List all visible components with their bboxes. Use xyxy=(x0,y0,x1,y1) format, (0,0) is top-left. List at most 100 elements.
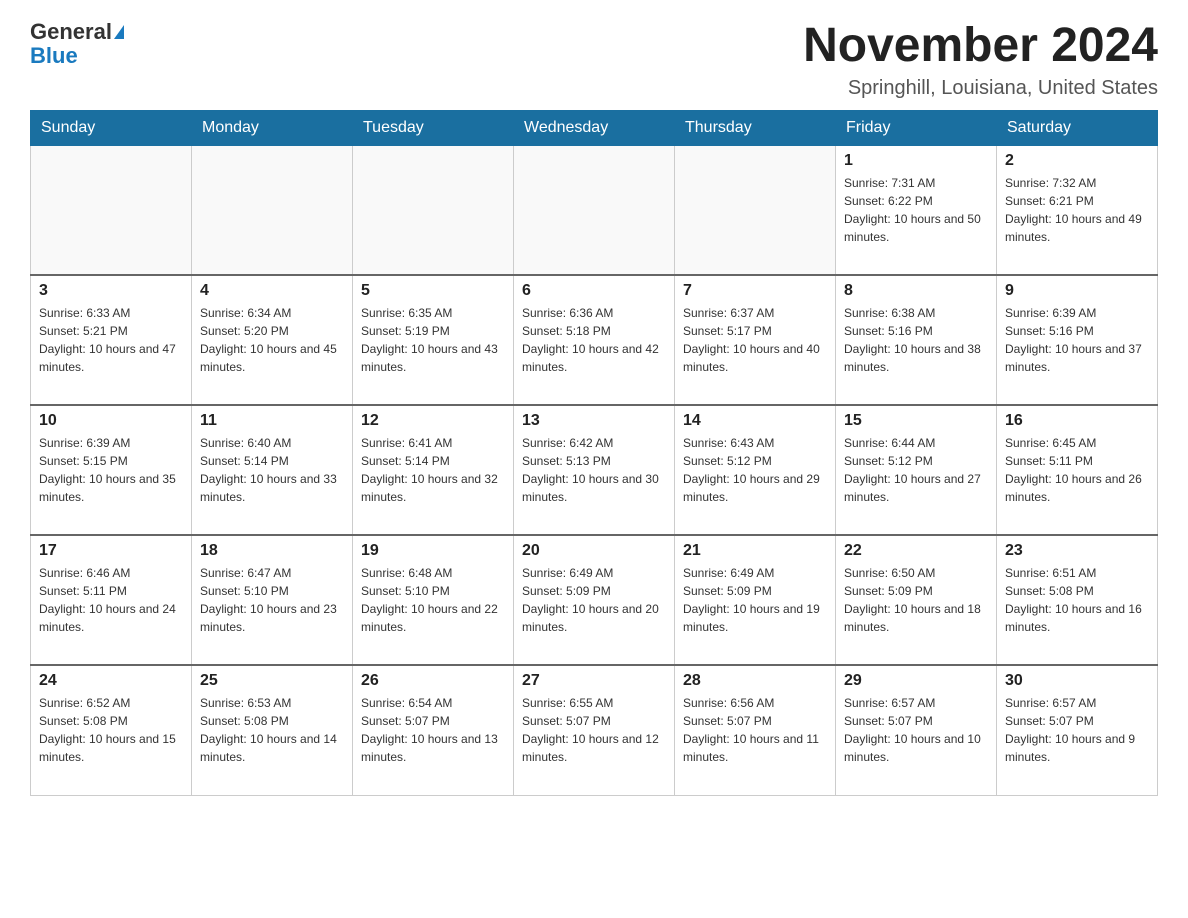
calendar-cell: 18 Sunrise: 6:47 AMSunset: 5:10 PMDayligh… xyxy=(192,535,353,665)
day-info: Sunrise: 6:34 AMSunset: 5:20 PMDaylight:… xyxy=(200,304,344,376)
logo: General Blue xyxy=(30,20,124,68)
day-info: Sunrise: 7:32 AMSunset: 6:21 PMDaylight:… xyxy=(1005,174,1149,246)
calendar-cell: 16Sunrise: 6:45 AMSunset: 5:11 PMDayligh… xyxy=(997,405,1158,535)
day-number: 22 xyxy=(844,542,988,560)
logo-triangle-icon xyxy=(114,25,124,39)
calendar-cell xyxy=(353,145,514,275)
page-header: General Blue November 2024 Springhill, L… xyxy=(30,20,1158,100)
calendar-cell: 12 Sunrise: 6:41 AMSunset: 5:14 PMDayligh… xyxy=(353,405,514,535)
day-number: 15 xyxy=(844,412,988,430)
calendar-cell: 5 Sunrise: 6:35 AMSunset: 5:19 PMDaylight… xyxy=(353,275,514,405)
day-info: Sunrise: 6:55 AMSunset: 5:07 PMDaylight:… xyxy=(522,694,666,766)
weekday-header-wednesday: Wednesday xyxy=(514,110,675,145)
day-number: 21 xyxy=(683,542,827,560)
day-number: 3 xyxy=(39,282,183,300)
day-number: 27 xyxy=(522,672,666,690)
day-info: Sunrise: 6:52 AMSunset: 5:08 PMDaylight:… xyxy=(39,694,183,766)
calendar-cell: 17 Sunrise: 6:46 AMSunset: 5:11 PMDayligh… xyxy=(31,535,192,665)
calendar-cell: 20 Sunrise: 6:49 AMSunset: 5:09 PMDayligh… xyxy=(514,535,675,665)
day-info: Sunrise: 6:41 AMSunset: 5:14 PMDaylight:… xyxy=(361,434,505,506)
calendar-week-row: 3 Sunrise: 6:33 AMSunset: 5:21 PMDaylight… xyxy=(31,275,1158,405)
calendar-cell: 21 Sunrise: 6:49 AMSunset: 5:09 PMDayligh… xyxy=(675,535,836,665)
calendar-cell: 11 Sunrise: 6:40 AMSunset: 5:14 PMDayligh… xyxy=(192,405,353,535)
day-info: Sunrise: 6:48 AMSunset: 5:10 PMDaylight:… xyxy=(361,564,505,636)
weekday-header-monday: Monday xyxy=(192,110,353,145)
calendar-cell: 3 Sunrise: 6:33 AMSunset: 5:21 PMDaylight… xyxy=(31,275,192,405)
calendar-cell: 19 Sunrise: 6:48 AMSunset: 5:10 PMDayligh… xyxy=(353,535,514,665)
day-info: Sunrise: 6:49 AMSunset: 5:09 PMDaylight:… xyxy=(683,564,827,636)
calendar-cell: 30 Sunrise: 6:57 AMSunset: 5:07 PMDayligh… xyxy=(997,665,1158,795)
day-number: 18 xyxy=(200,542,344,560)
calendar-cell xyxy=(192,145,353,275)
day-info: Sunrise: 6:49 AMSunset: 5:09 PMDaylight:… xyxy=(522,564,666,636)
day-info: Sunrise: 6:33 AMSunset: 5:21 PMDaylight:… xyxy=(39,304,183,376)
calendar-week-row: 17 Sunrise: 6:46 AMSunset: 5:11 PMDayligh… xyxy=(31,535,1158,665)
day-number: 17 xyxy=(39,542,183,560)
calendar-cell: 27 Sunrise: 6:55 AMSunset: 5:07 PMDayligh… xyxy=(514,665,675,795)
day-number: 8 xyxy=(844,282,988,300)
weekday-header-sunday: Sunday xyxy=(31,110,192,145)
day-info: Sunrise: 6:51 AMSunset: 5:08 PMDaylight:… xyxy=(1005,564,1149,636)
day-number: 7 xyxy=(683,282,827,300)
calendar-cell: 24 Sunrise: 6:52 AMSunset: 5:08 PMDayligh… xyxy=(31,665,192,795)
day-info: Sunrise: 6:54 AMSunset: 5:07 PMDaylight:… xyxy=(361,694,505,766)
day-number: 5 xyxy=(361,282,505,300)
day-number: 23 xyxy=(1005,542,1149,560)
calendar-week-row: 10 Sunrise: 6:39 AMSunset: 5:15 PMDayligh… xyxy=(31,405,1158,535)
calendar-cell: 23 Sunrise: 6:51 AMSunset: 5:08 PMDayligh… xyxy=(997,535,1158,665)
day-number: 26 xyxy=(361,672,505,690)
day-number: 29 xyxy=(844,672,988,690)
day-info: Sunrise: 6:47 AMSunset: 5:10 PMDaylight:… xyxy=(200,564,344,636)
calendar-cell: 13 Sunrise: 6:42 AMSunset: 5:13 PMDayligh… xyxy=(514,405,675,535)
calendar-cell: 2 Sunrise: 7:32 AMSunset: 6:21 PMDaylight… xyxy=(997,145,1158,275)
calendar-cell: 9Sunrise: 6:39 AMSunset: 5:16 PMDaylight… xyxy=(997,275,1158,405)
day-info: Sunrise: 6:53 AMSunset: 5:08 PMDaylight:… xyxy=(200,694,344,766)
day-info: Sunrise: 7:31 AMSunset: 6:22 PMDaylight:… xyxy=(844,174,988,246)
day-number: 20 xyxy=(522,542,666,560)
calendar-cell: 10 Sunrise: 6:39 AMSunset: 5:15 PMDayligh… xyxy=(31,405,192,535)
day-number: 10 xyxy=(39,412,183,430)
day-info: Sunrise: 6:43 AMSunset: 5:12 PMDaylight:… xyxy=(683,434,827,506)
day-number: 28 xyxy=(683,672,827,690)
calendar-cell xyxy=(675,145,836,275)
calendar-cell: 6 Sunrise: 6:36 AMSunset: 5:18 PMDaylight… xyxy=(514,275,675,405)
day-info: Sunrise: 6:39 AMSunset: 5:16 PMDaylight:… xyxy=(1005,304,1149,376)
location-subtitle: Springhill, Louisiana, United States xyxy=(803,77,1158,100)
calendar-cell: 15Sunrise: 6:44 AMSunset: 5:12 PMDayligh… xyxy=(836,405,997,535)
day-info: Sunrise: 6:38 AMSunset: 5:16 PMDaylight:… xyxy=(844,304,988,376)
day-info: Sunrise: 6:39 AMSunset: 5:15 PMDaylight:… xyxy=(39,434,183,506)
calendar-cell: 28 Sunrise: 6:56 AMSunset: 5:07 PMDayligh… xyxy=(675,665,836,795)
day-info: Sunrise: 6:57 AMSunset: 5:07 PMDaylight:… xyxy=(1005,694,1149,766)
day-info: Sunrise: 6:45 AMSunset: 5:11 PMDaylight:… xyxy=(1005,434,1149,506)
day-info: Sunrise: 6:37 AMSunset: 5:17 PMDaylight:… xyxy=(683,304,827,376)
calendar-cell: 14 Sunrise: 6:43 AMSunset: 5:12 PMDayligh… xyxy=(675,405,836,535)
day-number: 24 xyxy=(39,672,183,690)
day-number: 13 xyxy=(522,412,666,430)
logo-blue-text: Blue xyxy=(30,44,78,68)
day-number: 12 xyxy=(361,412,505,430)
day-number: 2 xyxy=(1005,152,1149,170)
day-info: Sunrise: 6:35 AMSunset: 5:19 PMDaylight:… xyxy=(361,304,505,376)
day-number: 14 xyxy=(683,412,827,430)
calendar-cell: 1Sunrise: 7:31 AMSunset: 6:22 PMDaylight… xyxy=(836,145,997,275)
calendar-week-row: 24 Sunrise: 6:52 AMSunset: 5:08 PMDayligh… xyxy=(31,665,1158,795)
day-info: Sunrise: 6:40 AMSunset: 5:14 PMDaylight:… xyxy=(200,434,344,506)
day-number: 4 xyxy=(200,282,344,300)
day-number: 25 xyxy=(200,672,344,690)
day-info: Sunrise: 6:50 AMSunset: 5:09 PMDaylight:… xyxy=(844,564,988,636)
calendar-week-row: 1Sunrise: 7:31 AMSunset: 6:22 PMDaylight… xyxy=(31,145,1158,275)
calendar-cell: 8 Sunrise: 6:38 AMSunset: 5:16 PMDaylight… xyxy=(836,275,997,405)
logo-general-text: General xyxy=(30,20,112,44)
day-info: Sunrise: 6:56 AMSunset: 5:07 PMDaylight:… xyxy=(683,694,827,766)
day-number: 19 xyxy=(361,542,505,560)
day-number: 11 xyxy=(200,412,344,430)
day-info: Sunrise: 6:46 AMSunset: 5:11 PMDaylight:… xyxy=(39,564,183,636)
day-number: 30 xyxy=(1005,672,1149,690)
day-info: Sunrise: 6:36 AMSunset: 5:18 PMDaylight:… xyxy=(522,304,666,376)
title-block: November 2024 Springhill, Louisiana, Uni… xyxy=(803,20,1158,100)
calendar-table: SundayMondayTuesdayWednesdayThursdayFrid… xyxy=(30,110,1158,796)
day-number: 6 xyxy=(522,282,666,300)
month-year-title: November 2024 xyxy=(803,20,1158,73)
calendar-cell xyxy=(514,145,675,275)
day-info: Sunrise: 6:42 AMSunset: 5:13 PMDaylight:… xyxy=(522,434,666,506)
